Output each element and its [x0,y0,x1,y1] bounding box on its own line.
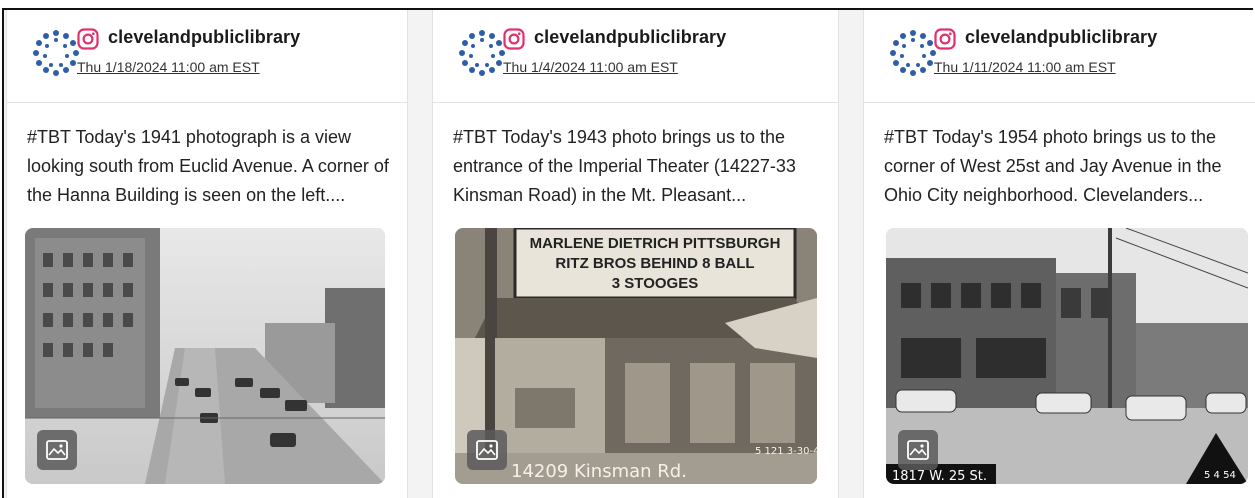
image-icon [476,440,498,460]
marquee-line-1: MARLENE DIETRICH PITTSBURGH [530,235,781,252]
post-caption: #TBT Today's 1941 photograph is a view l… [27,127,389,205]
username[interactable]: clevelandpubliclibrary [534,27,726,48]
image-type-badge [467,430,507,470]
post-header: clevelandpubliclibrary Thu 1/11/2024 11:… [864,10,1255,103]
username[interactable]: clevelandpubliclibrary [108,27,300,48]
marquee-line-2: RITZ BROS BEHIND 8 BALL [555,255,754,272]
image-type-badge [898,430,938,470]
post-timestamp[interactable]: Thu 1/11/2024 11:00 am EST [934,59,1116,75]
post-header: clevelandpubliclibrary Thu 1/18/2024 11:… [7,10,407,103]
post-photo[interactable] [25,228,385,484]
library-logo-icon[interactable] [888,28,938,78]
marquee-line-3: 3 STOOGES [612,275,698,292]
post-timestamp[interactable]: Thu 1/18/2024 11:00 am EST [77,59,260,75]
post-card[interactable]: clevelandpubliclibrary Thu 1/18/2024 11:… [6,10,408,498]
photo-corner-mark: 5 4 54 [1204,470,1236,481]
instagram-icon [77,28,99,50]
post-caption: #TBT Today's 1943 photo brings us to the… [453,127,796,205]
username[interactable]: clevelandpubliclibrary [965,27,1157,48]
photo-caption-text: 1817 W. 25 St. [892,469,987,484]
post-photo[interactable]: MARLENE DIETRICH PITTSBURGH RITZ BROS BE… [455,228,817,484]
post-card[interactable]: clevelandpubliclibrary Thu 1/4/2024 11:0… [432,10,839,498]
post-caption: #TBT Today's 1954 photo brings us to the… [884,127,1222,205]
post-photo[interactable]: 1817 W. 25 St. 5 4 54 [886,228,1248,484]
image-icon [46,440,68,460]
instagram-icon [503,28,525,50]
photo-caption-text: 14209 Kinsman Rd. [511,461,687,482]
library-logo-icon[interactable] [457,28,507,78]
post-header: clevelandpubliclibrary Thu 1/4/2024 11:0… [433,10,838,103]
post-timestamp[interactable]: Thu 1/4/2024 11:00 am EST [503,59,678,75]
image-type-badge [37,430,77,470]
library-logo-icon[interactable] [31,28,81,78]
instagram-icon [934,28,956,50]
image-icon [907,440,929,460]
photo-corner-mark: 5 121 3-30-43 [755,446,817,457]
post-card[interactable]: clevelandpubliclibrary Thu 1/11/2024 11:… [863,10,1255,498]
